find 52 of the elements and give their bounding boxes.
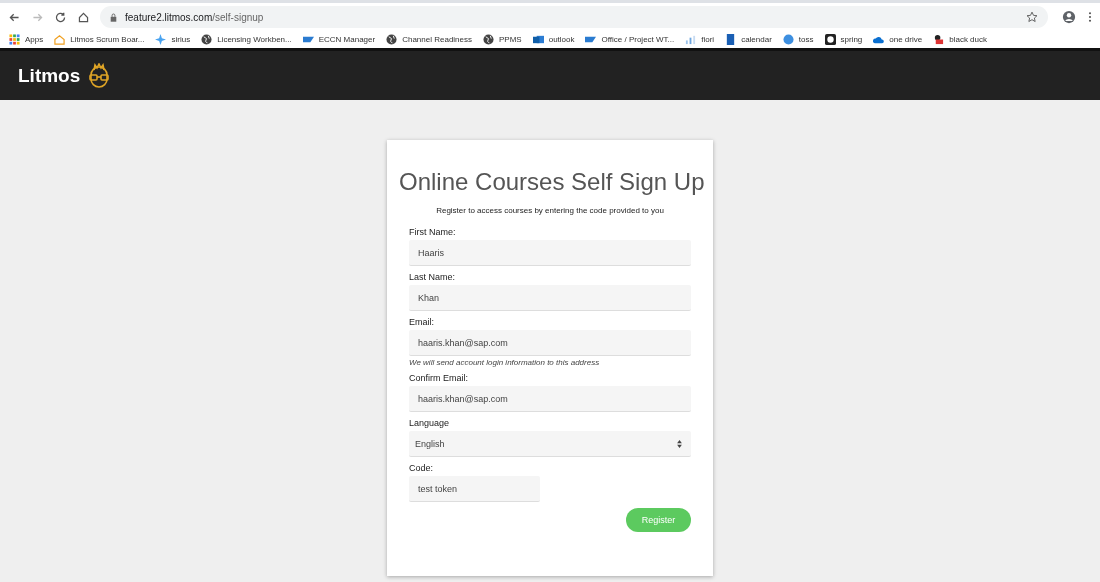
reload-icon[interactable]	[54, 10, 67, 24]
field-label: First Name:	[409, 227, 457, 237]
input-field[interactable]: Haaris	[409, 240, 691, 266]
bookmark-link[interactable]: outlook	[548, 35, 575, 44]
updown-icon	[677, 439, 682, 448]
field-label: Code:	[409, 463, 435, 473]
form-subtitle: Register to access courses by entering the code provided to you	[435, 206, 665, 215]
circle-icon	[782, 34, 794, 45]
bookmark-link[interactable]: Office / Project WT...	[601, 35, 675, 44]
globe-icon	[483, 34, 494, 45]
bookmark-link[interactable]: calendar	[741, 35, 772, 44]
bookmark-link[interactable]: sirius	[171, 35, 191, 44]
grid-icon	[9, 34, 20, 45]
help-text: We will send account login information to this address	[409, 358, 601, 367]
language-dropdown[interactable]: English	[409, 431, 691, 457]
url-text: feature2.litmos.com/self-signup	[125, 11, 265, 23]
logo-icon	[302, 34, 314, 45]
bookmark-link[interactable]: one drive	[889, 35, 923, 44]
bookmark-link[interactable]: Channel Readiness	[402, 35, 472, 44]
globe-icon	[201, 34, 213, 45]
bookmark-link[interactable]: Litmos Scrum Boar...	[70, 35, 145, 44]
field-label: Language	[409, 418, 451, 428]
bookmark-link[interactable]: fiori	[701, 35, 715, 44]
field-label: Email:	[409, 317, 435, 327]
bookmark-link[interactable]: toss	[798, 35, 814, 44]
star-icon[interactable]	[1026, 11, 1038, 23]
brand-name[interactable]: Litmos	[18, 64, 81, 87]
document-icon	[725, 34, 737, 45]
menu-icon[interactable]	[1088, 11, 1092, 23]
lock-icon	[110, 12, 117, 22]
bookmark-link[interactable]: ECCN Manager	[318, 35, 376, 44]
field-label: Last Name:	[409, 272, 457, 282]
cloud-icon	[873, 34, 885, 45]
logo-icon	[585, 34, 597, 45]
bookmark-link[interactable]: PPMS	[499, 35, 522, 44]
home-icon[interactable]	[77, 10, 90, 24]
field-label: Confirm Email:	[409, 373, 469, 383]
bookmark-link[interactable]: black duck	[949, 35, 987, 44]
input-field[interactable]: Khan	[409, 285, 691, 311]
mail-icon	[532, 34, 544, 45]
bookmark-link[interactable]: spring	[840, 35, 863, 44]
bookmark-link[interactable]: Apps	[25, 35, 44, 44]
input-field[interactable]: haaris.khan@sap.com	[409, 330, 691, 356]
bookmark-link[interactable]: Licensing Workben...	[217, 35, 292, 44]
address-bar[interactable]: feature2.litmos.com/self-signup	[100, 6, 1048, 28]
globe-icon	[386, 34, 398, 45]
chart-icon	[685, 34, 697, 45]
sparkle-icon	[155, 34, 167, 45]
input-field[interactable]: haaris.khan@sap.com	[409, 386, 691, 412]
house-icon	[54, 34, 66, 45]
account-icon[interactable]	[1062, 10, 1076, 24]
input-field[interactable]: test token	[409, 476, 540, 502]
